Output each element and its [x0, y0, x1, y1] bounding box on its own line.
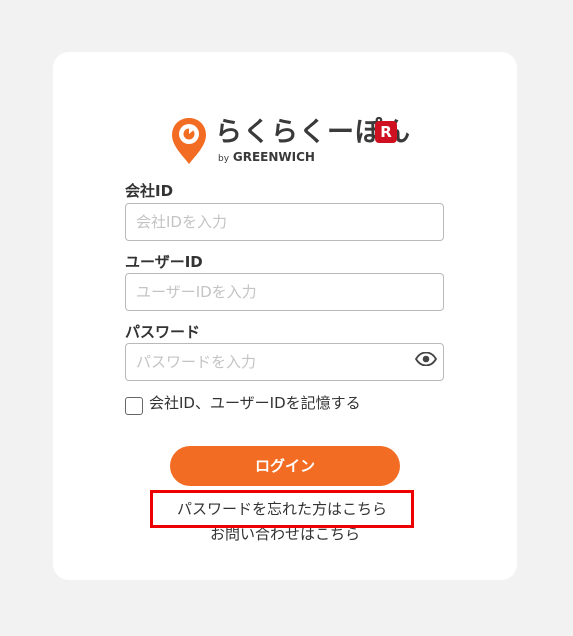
map-pin-logo-icon [172, 118, 206, 164]
login-card: らくらくーぽん R by GREENWICH 会社ID ユーザーID パスワード… [53, 52, 517, 580]
company-id-label: 会社ID [125, 182, 174, 200]
remember-checkbox[interactable] [125, 397, 143, 415]
brand-badge: R [375, 121, 397, 143]
brand-partner: GREENWICH [232, 150, 315, 164]
password-input[interactable] [125, 343, 444, 381]
company-id-input[interactable] [125, 203, 444, 241]
brand-subtitle: by GREENWICH [218, 149, 315, 167]
login-button[interactable]: ログイン [170, 446, 400, 486]
user-id-label: ユーザーID [125, 253, 203, 271]
eye-icon[interactable] [415, 352, 437, 366]
brand-by-text: by [218, 154, 230, 164]
remember-label: 会社ID、ユーザーIDを記憶する [149, 394, 361, 412]
brand-logo: らくらくーぽん R by GREENWICH [171, 116, 410, 167]
password-label: パスワード [125, 323, 201, 341]
forgot-password-link[interactable]: パスワードを忘れた方はこちら [150, 490, 414, 528]
user-id-input[interactable] [125, 273, 444, 311]
